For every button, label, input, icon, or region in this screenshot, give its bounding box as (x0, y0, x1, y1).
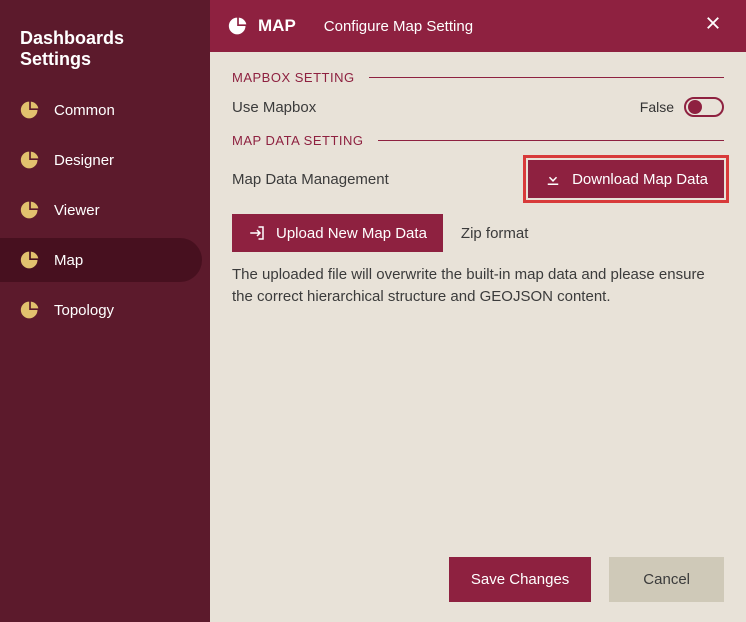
pie-icon (20, 150, 40, 170)
page-subtitle: Configure Map Setting (324, 18, 473, 35)
use-mapbox-value-text: False (640, 99, 674, 115)
upload-row: Upload New Map Data Zip format (232, 214, 724, 252)
pie-icon (20, 250, 40, 270)
sidebar-item-designer[interactable]: Designer (0, 138, 202, 182)
use-mapbox-toggle[interactable] (684, 97, 724, 117)
header: MAP Configure Map Setting (210, 0, 746, 52)
use-mapbox-label: Use Mapbox (232, 99, 316, 116)
sidebar-item-label: Viewer (54, 202, 100, 219)
footer: Save Changes Cancel (210, 539, 746, 622)
close-button[interactable] (698, 10, 728, 42)
content: MAP Configure Map Setting MAPBOX SETTING… (210, 0, 746, 622)
section-heading-label: MAPBOX SETTING (232, 70, 355, 85)
save-button[interactable]: Save Changes (449, 557, 591, 602)
sidebar-item-viewer[interactable]: Viewer (0, 188, 202, 232)
section-heading-label: MAP DATA SETTING (232, 133, 364, 148)
section-heading-mapbox: MAPBOX SETTING (232, 70, 724, 85)
upload-map-data-button[interactable]: Upload New Map Data (232, 214, 443, 252)
download-map-data-button[interactable]: Download Map Data (528, 160, 724, 198)
upload-map-data-label: Upload New Map Data (276, 225, 427, 242)
download-map-data-label: Download Map Data (572, 171, 708, 188)
pie-icon (20, 100, 40, 120)
page-title: MAP (258, 16, 296, 36)
download-icon (544, 170, 562, 188)
pie-icon (20, 300, 40, 320)
map-data-management-row: Map Data Management Download Map Data (232, 160, 724, 198)
sidebar-item-label: Common (54, 102, 115, 119)
sidebar-item-label: Map (54, 252, 83, 269)
pie-icon (228, 16, 248, 36)
upload-description: The uploaded file will overwrite the bui… (232, 264, 724, 308)
main-panel: MAPBOX SETTING Use Mapbox False MAP DATA… (210, 52, 746, 539)
sidebar-item-label: Designer (54, 152, 114, 169)
sidebar: Dashboards Settings Common Designer View… (0, 0, 210, 622)
upload-hint: Zip format (461, 225, 529, 242)
cancel-button[interactable]: Cancel (609, 557, 724, 602)
section-heading-mapdata: MAP DATA SETTING (232, 133, 724, 148)
use-mapbox-row: Use Mapbox False (232, 97, 724, 117)
sidebar-item-common[interactable]: Common (0, 88, 202, 132)
divider-line (369, 77, 724, 78)
pie-icon (20, 200, 40, 220)
divider-line (378, 140, 724, 141)
toggle-knob (688, 100, 702, 114)
close-icon (704, 14, 722, 32)
sidebar-item-topology[interactable]: Topology (0, 288, 202, 332)
sidebar-title: Dashboards Settings (0, 18, 210, 88)
upload-icon (248, 224, 266, 242)
sidebar-item-map[interactable]: Map (0, 238, 202, 282)
map-data-management-label: Map Data Management (232, 171, 389, 188)
sidebar-item-label: Topology (54, 302, 114, 319)
